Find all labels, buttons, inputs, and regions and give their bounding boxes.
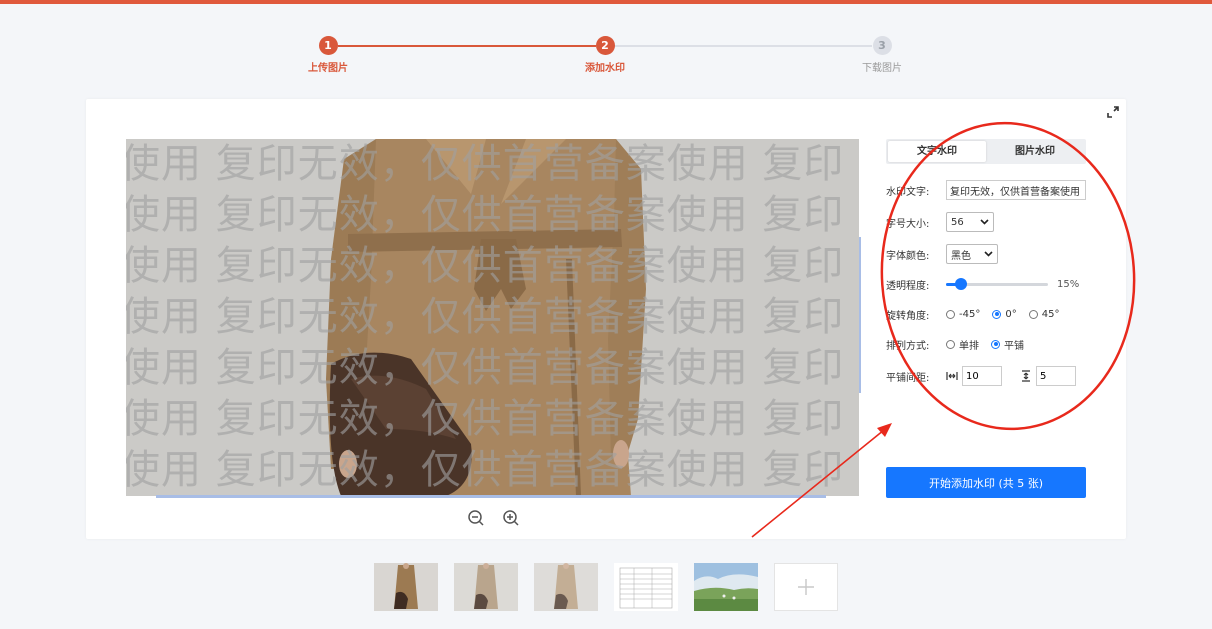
radio-dot [1028,309,1038,319]
thumbnail-coat-1[interactable] [374,563,438,611]
layout-row: 排列方式: 单排 平铺 [886,334,1036,354]
horizontal-spacing-input[interactable] [962,366,1002,386]
rotation-label: 旋转角度: [886,310,930,322]
color-row: 字体颜色: 黑色 [886,244,998,264]
chevron-down-icon [980,219,989,225]
vertical-spacing-icon [1022,370,1030,382]
step-label: 上传图片 [308,63,348,74]
zoom-in-icon[interactable] [502,509,520,527]
watermark-type-tabs: 文字水印 图片水印 [886,139,1086,164]
opacity-row: 透明程度: 15% [886,274,1079,294]
spacing-row: 平铺间距: [886,366,1076,386]
zoom-out-icon[interactable] [467,509,485,527]
radio-dot [991,339,1000,349]
thumbnail-document[interactable] [614,563,678,611]
opacity-label: 透明程度: [886,280,930,292]
thumbnail-coat-3[interactable] [534,563,598,611]
thumbnail-image [454,563,518,611]
layout-option-tile[interactable]: 平铺 [991,337,1024,352]
step-add-watermark: 2 添加水印 [555,36,655,74]
rotation-row: 旋转角度: -45° 0° 45° [886,304,1071,324]
size-label: 字号大小: [886,218,930,230]
step-label: 添加水印 [585,63,625,74]
font-size-select[interactable]: 56 [946,212,994,232]
radio-label: 45° [1041,308,1060,320]
rotate-option-45[interactable]: 45° [1028,308,1060,320]
watermark-text-row: 使用 复印无效，仅供首营备案使用 复印 [126,294,845,340]
rotate-option-0[interactable]: 0° [992,308,1017,320]
rotate-option-minus45[interactable]: -45° [946,309,980,320]
tab-text-watermark[interactable]: 文字水印 [888,141,986,162]
thumbnail-image [694,563,758,611]
step-upload: 1 上传图片 [278,36,378,74]
radio-dot [946,339,955,349]
vertical-spacing-input[interactable] [1036,366,1076,386]
watermark-text-row: 使用 复印无效，仅供首营备案使用 复印 [126,396,845,442]
radio-label: -45° [959,308,981,320]
font-color-select[interactable]: 黑色 [946,244,998,264]
watermark-text-row: 使用 复印无效，仅供首营备案使用 复印 [126,192,845,238]
editor-card: 使用 复印无效，仅供首营备案使用 复印 使用 复印无效，仅供首营备案使用 复印 … [86,99,1126,539]
thumbnail-landscape[interactable] [694,563,758,611]
radio-label: 平铺 [1004,340,1024,352]
progress-steps: 1 上传图片 2 添加水印 3 下载图片 [0,36,1212,80]
watermark-preview: 使用 复印无效，仅供首营备案使用 复印 使用 复印无效，仅供首营备案使用 复印 … [126,139,859,496]
font-color-value: 黑色 [951,250,971,262]
size-row: 字号大小: 56 [886,212,994,232]
top-accent-bar [0,0,1212,4]
watermark-text-row: 使用 复印无效，仅供首营备案使用 复印 [126,447,845,493]
layout-option-single[interactable]: 单排 [946,337,979,352]
opacity-slider[interactable] [946,277,1048,291]
step-number: 2 [595,36,615,55]
radio-label: 0° [1005,308,1017,320]
spacing-label: 平铺间距: [886,372,930,384]
preview-horizontal-scrollbar[interactable] [156,495,826,498]
watermark-text-row: 使用 复印无效，仅供首营备案使用 复印 [126,345,845,391]
slider-handle[interactable] [955,278,968,290]
thumbnail-image [374,563,438,611]
text-label: 水印文字: [886,186,930,198]
horizontal-spacing-icon [946,372,958,380]
step-download: 3 下载图片 [832,36,932,74]
chevron-down-icon [984,251,993,257]
font-size-value: 56 [951,216,964,228]
step-label: 下载图片 [862,63,902,74]
watermark-text-input[interactable] [946,180,1086,200]
radio-dot [992,309,1002,319]
tab-image-watermark[interactable]: 图片水印 [986,141,1084,162]
thumbnail-coat-2[interactable] [454,563,518,611]
plus-icon [798,579,814,595]
opacity-percent: 15% [1057,278,1080,290]
step-number: 3 [872,36,892,55]
radio-label: 单排 [959,340,979,352]
thumbnail-image [534,563,598,611]
radio-dot [946,309,955,319]
start-watermark-button[interactable]: 开始添加水印 (共 5 张) [886,467,1086,498]
step-number: 1 [318,36,338,55]
text-row: 水印文字: [886,180,1086,200]
fullscreen-icon[interactable] [1106,105,1120,119]
add-image-button[interactable] [774,563,838,611]
color-label: 字体颜色: [886,250,930,262]
watermark-settings-panel: 文字水印 图片水印 水印文字: 字号大小: 56 字体颜色: 黑色 透明程度: [886,139,1096,386]
watermark-text-row: 使用 复印无效，仅供首营备案使用 复印 [126,243,845,289]
preview-vertical-scrollbar[interactable] [859,237,861,393]
layout-label: 排列方式: [886,340,930,352]
thumbnail-image [614,563,678,611]
